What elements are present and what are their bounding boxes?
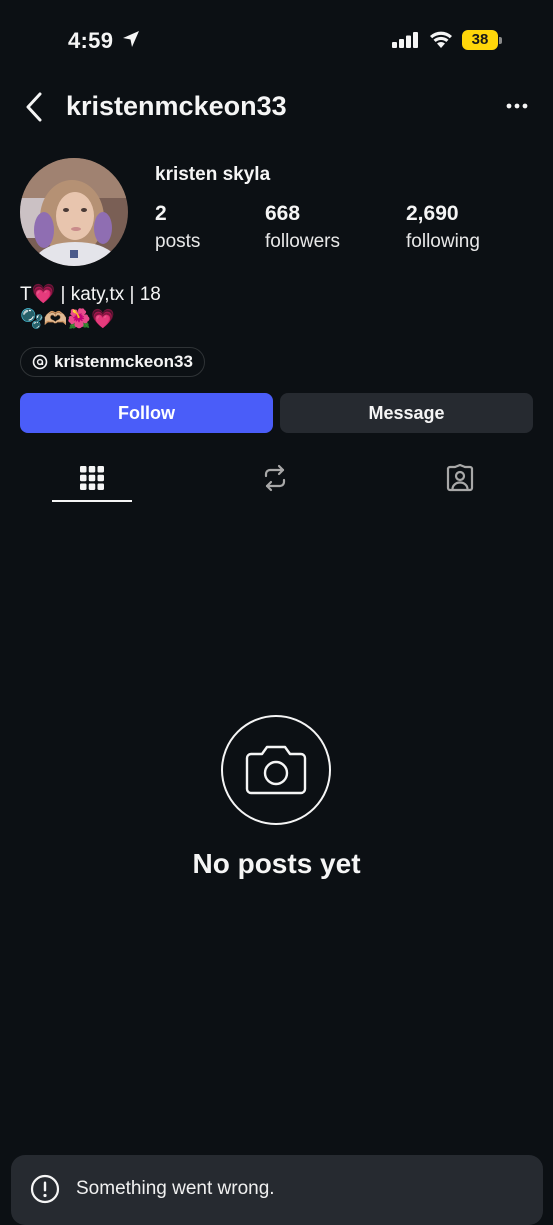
status-time: 4:59 (68, 28, 114, 53)
location-arrow-icon (123, 31, 139, 47)
tab-tagged[interactable] (420, 458, 500, 498)
posts-count-value: 2 (155, 202, 167, 225)
threads-handle: kristenmckeon33 (54, 352, 193, 371)
avatar[interactable] (20, 158, 128, 266)
empty-state-title: No posts yet (192, 848, 361, 879)
tab-reposts[interactable] (235, 458, 315, 498)
threads-link[interactable]: kristenmckeon33 (20, 347, 205, 377)
posts-count-label: posts (155, 231, 201, 252)
message-button[interactable]: Message (280, 393, 533, 433)
tab-posts-grid[interactable] (52, 458, 132, 498)
followers-count[interactable]: 668 followers (265, 202, 340, 253)
display-name: kristen skyla (155, 164, 271, 185)
posts-count: 2 posts (155, 202, 200, 253)
cellular-signal-icon (392, 32, 418, 48)
profile-username-title: kristenmckeon33 (66, 91, 287, 121)
followers-count-value: 668 (265, 202, 301, 225)
reposts-icon (264, 464, 286, 492)
bio-line-2: 🫧🫶🏼🌺💗 (20, 309, 115, 330)
more-options-icon[interactable] (500, 95, 534, 117)
camera-icon (245, 745, 307, 795)
following-count[interactable]: 2,690 following (406, 202, 480, 253)
bio-line-1: T💗 | katy,tx | 18 (20, 284, 161, 305)
tagged-icon (446, 464, 474, 492)
followers-count-label: followers (265, 231, 340, 252)
battery-level: 38 (462, 30, 498, 50)
follow-button[interactable]: Follow (20, 393, 273, 433)
selected-tab-indicator (52, 500, 132, 502)
threads-icon (32, 354, 48, 370)
battery-icon: 38 (462, 30, 502, 50)
empty-state-circle (221, 715, 331, 825)
back-arrow-icon[interactable] (20, 90, 50, 124)
wifi-icon (430, 31, 452, 48)
following-count-label: following (406, 231, 480, 252)
error-toast-message: Something went wrong. (76, 1178, 275, 1199)
grid-icon (80, 466, 104, 490)
following-count-value: 2,690 (406, 202, 459, 225)
